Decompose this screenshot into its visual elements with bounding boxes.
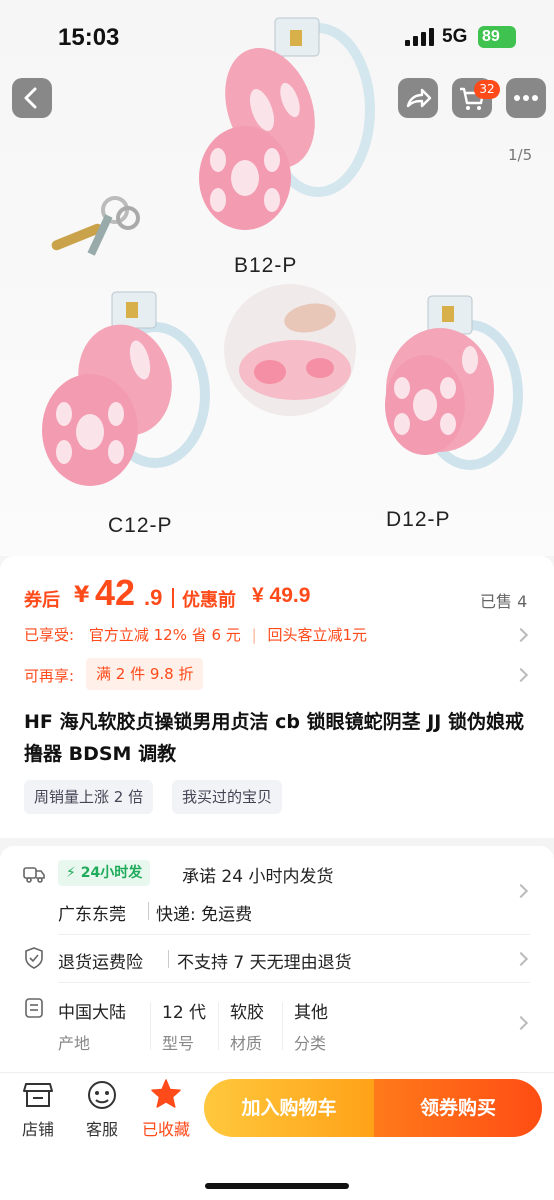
enjoyed-discount-1: 官方立减 12% 省 6 元	[88, 626, 241, 644]
product-c12-image	[42, 291, 210, 486]
material-closeup-image	[224, 284, 356, 416]
currency-symbol: ¥	[74, 583, 90, 608]
truck-icon	[23, 867, 45, 883]
shield-check-icon	[25, 947, 43, 969]
more-discounts-label: 可再享:	[24, 667, 75, 685]
battery-indicator: 89	[478, 26, 516, 48]
more-dots-icon	[514, 95, 538, 101]
spec-value: 软胶	[230, 1003, 264, 1023]
divider	[218, 1002, 219, 1050]
enjoyed-discounts-text: 已享受: 官方立减 12% 省 6 元 | 回头客立减1元	[24, 624, 367, 645]
divider	[148, 902, 149, 920]
lightning-icon: ⚡	[66, 865, 76, 881]
spec-value: 其他	[294, 1003, 328, 1023]
after-coupon-price-integer: 42	[95, 572, 136, 613]
list-icon	[25, 998, 43, 1018]
model-label-c12: C12-P	[108, 514, 173, 537]
favorited-label: 已收藏	[141, 1120, 190, 1139]
divider	[58, 982, 530, 983]
customer-service-icon	[88, 1081, 116, 1109]
sold-count: 已售 4	[480, 592, 528, 611]
share-icon	[406, 88, 432, 108]
divider	[58, 934, 530, 935]
multi-buy-discount-pill: 满 2 件 9.8 折	[86, 658, 204, 690]
tag-weekly-sales[interactable]: 周销量上涨 2 倍	[24, 780, 154, 814]
status-time: 15:03	[58, 24, 120, 51]
model-label-d12: D12-P	[386, 508, 451, 531]
signal-icon	[405, 28, 434, 46]
shipping-24h-badge: ⚡ 24小时发	[58, 860, 151, 886]
more-button[interactable]	[506, 78, 546, 118]
shipping-promise: 承诺 24 小时内发货	[182, 867, 334, 887]
model-label-b12: B12-P	[234, 254, 298, 277]
back-button[interactable]	[12, 78, 52, 118]
status-bar: 15:03 5G 89	[0, 0, 554, 72]
after-coupon-label: 券后	[24, 590, 60, 611]
spec-value: 中国大陆	[58, 1003, 126, 1023]
divider	[150, 1002, 151, 1050]
shipping-origin: 广东东莞	[58, 905, 126, 925]
spec-label: 型号	[162, 1034, 195, 1053]
return-insurance: 退货运费险	[58, 953, 143, 973]
original-price: ¥ 49.9	[252, 584, 311, 607]
product-detail-page: B12-P C12-P D12-P 1/5 15:03 5G 89 32 券后 …	[0, 0, 554, 1200]
divider	[168, 950, 169, 968]
return-policy: 不支持 7 天无理由退货	[177, 953, 352, 973]
network-type: 5G	[442, 26, 468, 47]
shop-label: 店铺	[21, 1120, 54, 1139]
spec-label: 材质	[230, 1034, 263, 1053]
home-indicator	[205, 1183, 349, 1189]
shipping-24h-text: 24小时发	[80, 865, 143, 881]
tag-purchased-before[interactable]: 我买过的宝贝	[172, 780, 283, 814]
after-coupon-price-decimal: .9	[144, 585, 163, 610]
original-price-label: 优惠前	[182, 590, 236, 611]
delivery-fee: 快递: 免运费	[156, 905, 253, 925]
customer-service-label: 客服	[85, 1120, 118, 1139]
buy-with-coupon-button[interactable]: 领券购买	[374, 1079, 542, 1137]
chevron-left-icon	[24, 87, 37, 109]
spec-label: 分类	[294, 1034, 327, 1053]
battery-level: 89	[482, 28, 500, 45]
add-to-cart-button[interactable]: 加入购物车	[204, 1079, 374, 1137]
divider	[282, 1002, 283, 1050]
gallery-page-indicator: 1/5	[508, 146, 533, 164]
star-icon	[151, 1079, 181, 1108]
spec-value: 12 代	[162, 1003, 207, 1023]
product-d12-image	[385, 295, 523, 470]
price-divider	[172, 588, 174, 608]
spec-label: 产地	[58, 1034, 91, 1053]
cart-count-badge: 32	[474, 80, 500, 99]
enjoyed-label: 已享受:	[24, 626, 75, 644]
promo-divider: |	[251, 626, 257, 644]
share-button[interactable]	[398, 78, 438, 118]
enjoyed-discount-2: 回头客立减1元	[267, 626, 367, 644]
product-title: HF 海凡软胶贞操锁男用贞洁 cb 锁眼镜蛇阴茎 JJ 锁伪娘戒撸器 BDSM …	[24, 711, 524, 765]
keys-image	[51, 196, 140, 256]
store-icon	[23, 1083, 53, 1107]
